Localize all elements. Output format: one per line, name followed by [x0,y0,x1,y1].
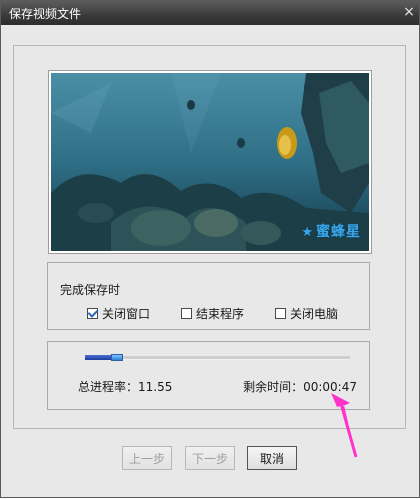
previous-step-button[interactable]: 上一步 [122,446,172,470]
save-video-dialog: 保存视频文件 × ★ 蜜蜂星 完成保存时 关闭窗口 结束程序 关闭电脑 总进程率… [0,0,420,498]
shutdown-computer-checkbox[interactable] [275,308,286,319]
exit-program-checkbox[interactable] [181,308,192,319]
window-title: 保存视频文件 [9,7,82,21]
video-preview-frame: ★ 蜜蜂星 [48,70,372,254]
watermark-text: 蜜蜂星 [316,224,361,240]
close-icon[interactable]: × [401,4,417,20]
on-complete-label: 完成保存时 [60,283,121,297]
star-icon: ★ [301,225,314,240]
shutdown-computer-label: 关闭电脑 [290,307,339,321]
exit-program-option[interactable]: 结束程序 [181,305,244,322]
shutdown-computer-option[interactable]: 关闭电脑 [275,305,338,322]
progress-group: 总进程率：11.55 剩余时间：00:00:47 [47,341,370,410]
next-step-button[interactable]: 下一步 [185,446,235,470]
progress-bar-handle [111,354,123,361]
watermark-logo: ★ 蜜蜂星 [301,221,361,241]
close-window-label: 关闭窗口 [102,307,151,321]
remaining-time: 剩余时间：00:00:47 [243,380,357,394]
exit-program-label: 结束程序 [196,307,245,321]
title-bar[interactable]: 保存视频文件 × [1,1,419,25]
close-window-option[interactable]: 关闭窗口 [87,305,150,322]
close-window-checkbox[interactable] [87,308,98,319]
on-complete-group: 完成保存时 关闭窗口 结束程序 关闭电脑 [47,262,370,330]
progress-rate: 总进程率：11.55 [78,380,173,394]
cancel-button[interactable]: 取消 [247,446,297,470]
dialog-content: ★ 蜜蜂星 完成保存时 关闭窗口 结束程序 关闭电脑 总进程率：11.55 剩余… [13,45,406,429]
progress-bar [85,354,350,361]
video-preview: ★ 蜜蜂星 [51,73,369,251]
